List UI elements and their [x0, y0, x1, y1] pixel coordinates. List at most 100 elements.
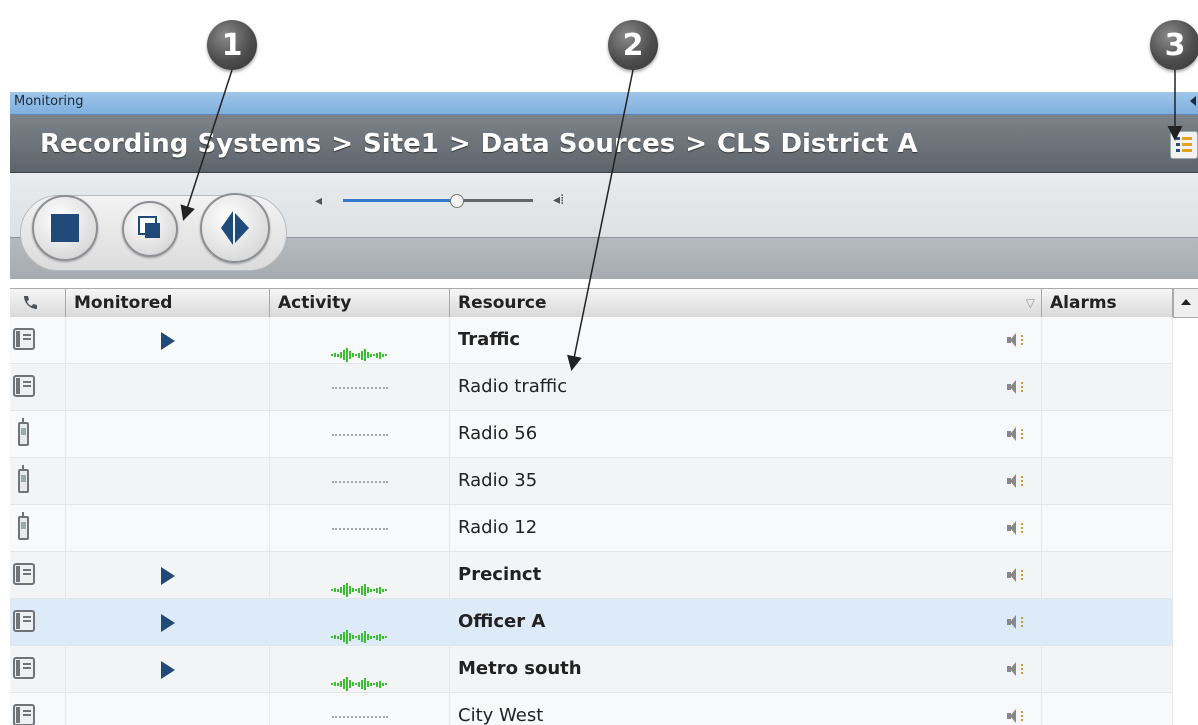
monitored-cell[interactable] [66, 458, 270, 504]
stop-icon [51, 214, 79, 242]
table-row[interactable]: City West [10, 693, 1173, 725]
barge-in-button[interactable] [200, 193, 270, 263]
play-icon[interactable] [160, 613, 175, 632]
activity-cell [270, 458, 450, 504]
breadcrumb-separator: > [448, 129, 471, 159]
desk-phone-icon [13, 657, 35, 679]
callout-3: 3 [1150, 20, 1198, 70]
breadcrumb-separator: > [331, 129, 354, 159]
column-chooser-button[interactable] [1170, 131, 1198, 159]
sort-icon[interactable]: ▽ [1018, 289, 1035, 317]
activity-cell [270, 552, 450, 598]
stop-button[interactable] [32, 195, 98, 261]
resource-cell[interactable]: Traffic [450, 317, 1042, 363]
resource-name: Radio 56 [458, 423, 538, 444]
speaker-icon[interactable] [1007, 615, 1023, 629]
monitored-cell[interactable] [66, 411, 270, 457]
resource-cell[interactable]: Radio 56 [450, 411, 1042, 457]
speaker-icon[interactable] [1007, 521, 1023, 535]
table-row[interactable]: Radio 56 [10, 411, 1173, 458]
collapse-icon[interactable] [1190, 96, 1196, 106]
idle-activity-icon [331, 715, 388, 718]
activity-cell [270, 411, 450, 457]
resource-name: Metro south [458, 658, 582, 679]
alarms-cell [1042, 505, 1173, 551]
activity-cell [270, 364, 450, 410]
table-row[interactable]: Metro south [10, 646, 1173, 693]
monitored-cell[interactable] [66, 552, 270, 598]
alarms-cell [1042, 411, 1173, 457]
desk-phone-icon [13, 563, 35, 585]
resource-name: City West [458, 705, 544, 725]
copy-button[interactable] [122, 201, 178, 257]
resource-cell[interactable]: Officer A [450, 599, 1042, 645]
alarms-cell [1042, 599, 1173, 645]
type-cell [10, 599, 66, 645]
activity-waveform-icon [331, 661, 388, 691]
play-icon[interactable] [160, 566, 175, 585]
play-icon[interactable] [160, 331, 175, 350]
breadcrumb-separator: > [685, 129, 708, 159]
speaker-icon[interactable] [1007, 474, 1023, 488]
type-cell [10, 505, 66, 551]
idle-activity-icon [331, 433, 388, 436]
resource-name: Radio traffic [458, 376, 568, 397]
monitored-cell[interactable] [66, 646, 270, 692]
breadcrumb-item[interactable]: Site1 [363, 129, 439, 159]
barge-in-icon [221, 211, 233, 245]
monitored-cell[interactable] [66, 693, 270, 725]
resource-name: Officer A [458, 611, 546, 632]
resource-cell[interactable]: Radio 35 [450, 458, 1042, 504]
resource-name: Precinct [458, 564, 542, 585]
activity-cell [270, 646, 450, 692]
monitored-cell[interactable] [66, 599, 270, 645]
column-alarms[interactable]: Alarms [1042, 289, 1173, 317]
volume-level [343, 199, 457, 202]
type-cell [10, 411, 66, 457]
table-row[interactable]: Radio 35 [10, 458, 1173, 505]
resource-name: Traffic [458, 329, 521, 350]
callout-2: 2 [608, 20, 658, 70]
idle-activity-icon [331, 480, 388, 483]
radio-icon [18, 465, 29, 493]
volume-knob[interactable] [450, 194, 464, 208]
volume-control: ◂ ◂⁞ [315, 192, 585, 209]
panel-titlebar: Monitoring [10, 92, 1198, 115]
column-activity[interactable]: Activity [270, 289, 450, 317]
table-row[interactable]: Officer A [10, 599, 1173, 646]
speaker-icon[interactable] [1007, 709, 1023, 723]
type-cell [10, 693, 66, 725]
breadcrumb-item[interactable]: Recording Systems [40, 129, 321, 159]
resource-cell[interactable]: Radio 12 [450, 505, 1042, 551]
table-row[interactable]: Precinct [10, 552, 1173, 599]
breadcrumb-item[interactable]: Data Sources [481, 129, 676, 159]
radio-icon [18, 512, 29, 540]
breadcrumb-bar: Recording Systems > Site1 > Data Sources > CLS… [10, 115, 1198, 173]
resource-cell[interactable]: City West [450, 693, 1042, 725]
table-row[interactable]: Radio 12 [10, 505, 1173, 552]
speaker-icon[interactable] [1007, 333, 1023, 347]
volume-slider[interactable] [343, 194, 533, 208]
speaker-icon[interactable] [1007, 662, 1023, 676]
type-cell [10, 364, 66, 410]
desk-phone-icon [13, 704, 35, 725]
alarms-cell [1042, 646, 1173, 692]
play-icon[interactable] [160, 660, 175, 679]
table-row[interactable]: Radio traffic [10, 364, 1173, 411]
speaker-icon[interactable] [1007, 427, 1023, 441]
resource-cell[interactable]: Radio traffic [450, 364, 1042, 410]
idle-activity-icon [331, 527, 388, 530]
column-type[interactable] [10, 289, 66, 317]
monitored-cell[interactable] [66, 505, 270, 551]
scroll-up-button[interactable] [1173, 289, 1198, 317]
monitored-cell[interactable] [66, 364, 270, 410]
resource-cell[interactable]: Precinct [450, 552, 1042, 598]
alarms-cell [1042, 364, 1173, 410]
speaker-icon[interactable] [1007, 380, 1023, 394]
column-monitored[interactable]: Monitored [66, 289, 270, 317]
monitored-cell[interactable] [66, 317, 270, 363]
table-row[interactable]: Traffic [10, 317, 1173, 364]
resource-cell[interactable]: Metro south [450, 646, 1042, 692]
speaker-icon[interactable] [1007, 568, 1023, 582]
column-resource[interactable]: Resource ▽ [450, 289, 1042, 317]
